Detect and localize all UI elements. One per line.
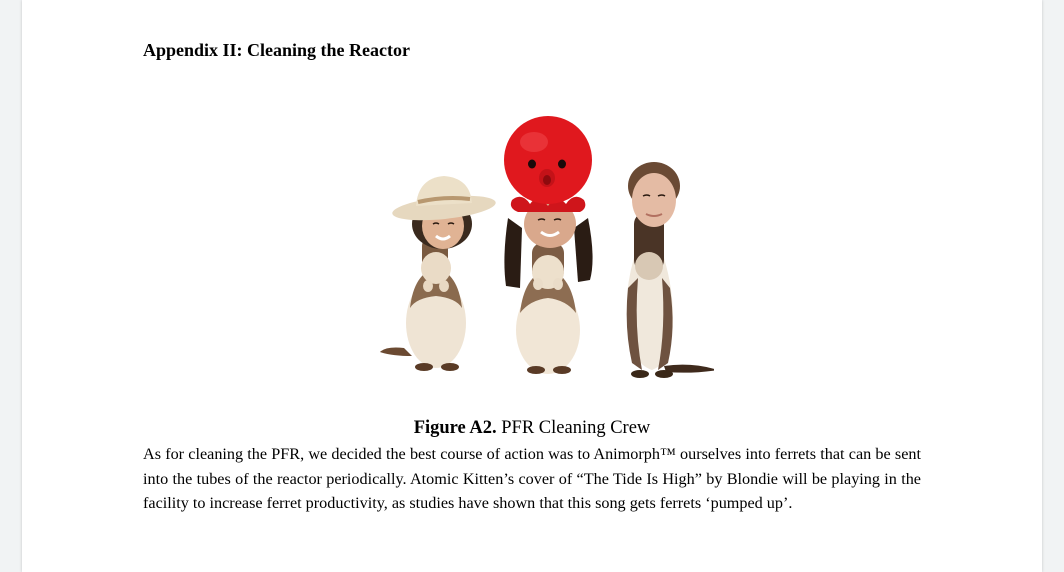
figure-caption-text: PFR Cleaning Crew [501,418,651,438]
figure-label: Figure A2. [413,418,497,438]
appendix-heading: Appendix II: Cleaning the Reactor [143,40,411,60]
ferret-cowboy [380,176,496,371]
figure-image [352,108,714,388]
ferret-plain [626,162,714,378]
body-paragraph: As for cleaning the PFR, we decided the … [143,445,921,512]
ferret-crew-illustration [380,116,714,378]
figure-caption: Figure A2. PFR Cleaning Crew [22,418,1042,439]
ferret-octopus [504,116,593,374]
document-page: Appendix II: Cleaning the Reactor Figure… [22,0,1042,572]
